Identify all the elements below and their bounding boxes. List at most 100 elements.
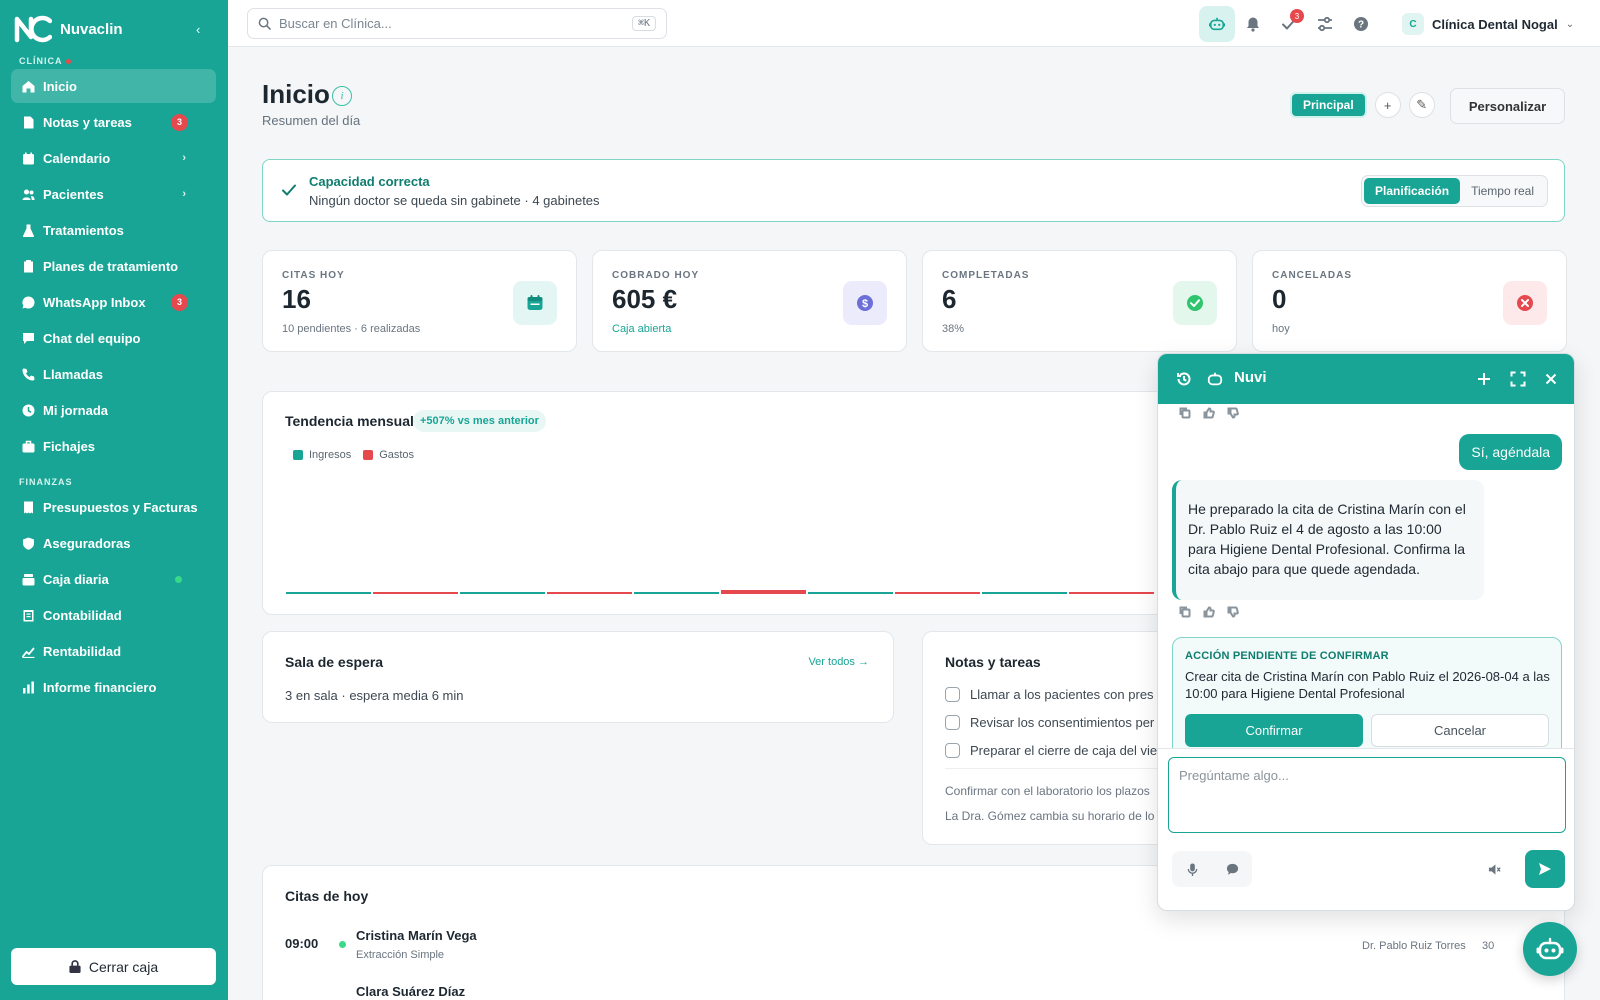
sidebar-item-notas-y-tareas[interactable]: Notas y tareas 3 [11, 105, 216, 139]
cancel-button[interactable]: Cancelar [1371, 714, 1549, 747]
sidebar-item-aseguradoras[interactable]: Aseguradoras [11, 526, 216, 560]
task-item[interactable]: Revisar los consentimientos per [945, 715, 1154, 730]
sidebar-item-label: Informe financiero [43, 679, 157, 695]
chat-input[interactable] [1168, 757, 1566, 833]
section-finance-label: FINANZAS [19, 477, 73, 487]
kpi-label: COBRADO HOY [612, 270, 700, 281]
task-item[interactable]: Preparar el cierre de caja del vie [945, 743, 1157, 758]
sidebar-item-label: Chat del equipo [43, 330, 141, 346]
legend-item-expenses[interactable]: Gastos [363, 449, 414, 461]
tab-principal[interactable]: Principal [1290, 92, 1367, 118]
chevron-down-icon: ⌄ [1565, 18, 1575, 30]
chart-bar-ingresos-4[interactable] [982, 592, 1067, 594]
chart-bar-ingresos-1[interactable] [460, 592, 545, 594]
note-icon [21, 115, 35, 129]
pending-action-card: ACCIÓN PENDIENTE DE CONFIRMAR Crear cita… [1172, 637, 1562, 748]
thumbs-up-icon[interactable] [1203, 407, 1215, 419]
mode-planning-button[interactable]: Planificación [1364, 178, 1461, 204]
sidebar-item-pacientes[interactable]: Pacientes › [11, 177, 216, 211]
patient-name[interactable]: Clara Suárez Díaz [356, 984, 465, 999]
help-button[interactable]: ? [1343, 6, 1379, 42]
close-cash-button[interactable]: Cerrar caja [11, 948, 216, 985]
clinic-selector[interactable]: C Clínica Dental Nogal ⌄ [1402, 11, 1574, 37]
send-button[interactable] [1525, 850, 1565, 888]
chart-bar-ingresos-0[interactable] [286, 592, 371, 594]
mode-realtime-button[interactable]: Tiempo real [1460, 178, 1545, 204]
chart-bar-gastos-2[interactable] [721, 590, 806, 594]
chart-bar-ingresos-2[interactable] [634, 592, 719, 594]
sidebar-item-mi-jornada[interactable]: Mi jornada [11, 393, 216, 427]
collapse-sidebar-icon[interactable]: ‹ [196, 22, 200, 37]
legend-item-income[interactable]: Ingresos [293, 449, 351, 461]
sidebar-item-llamadas[interactable]: Llamadas [11, 357, 216, 391]
task-item[interactable]: Llamar a los pacientes con pres [945, 687, 1154, 702]
sidebar-item-inicio[interactable]: Inicio [11, 69, 216, 103]
chart-legend: Ingresos Gastos [293, 449, 414, 461]
ledger-icon [21, 608, 35, 622]
copy-icon[interactable] [1179, 606, 1191, 618]
chat-messages[interactable]: Sí, agéndala He preparado la cita de Cri… [1158, 404, 1574, 748]
sidebar-item-calendario[interactable]: Calendario › [11, 141, 216, 175]
chevron-right-icon[interactable]: › [182, 188, 186, 200]
thumbs-down-icon[interactable] [1227, 407, 1239, 419]
cash-register-icon [21, 572, 35, 586]
kpi-card-appointments[interactable]: CITAS HOY 16 10 pendientes · 6 realizada… [262, 250, 577, 352]
note-item[interactable]: La Dra. Gómez cambia su horario de lo [945, 809, 1154, 823]
assistant-fab-button[interactable] [1523, 922, 1577, 976]
notifications-button[interactable] [1235, 6, 1271, 42]
task-checkbox[interactable] [945, 715, 960, 730]
confirm-button[interactable]: Confirmar [1185, 714, 1363, 747]
chevron-right-icon[interactable]: › [182, 152, 186, 164]
chart-bar-ingresos-3[interactable] [808, 592, 893, 594]
chart-bar-gastos-1[interactable] [547, 592, 632, 594]
sidebar-item-tratamientos[interactable]: Tratamientos [11, 213, 216, 247]
search-input[interactable] [279, 16, 624, 31]
customize-button[interactable]: Personalizar [1450, 88, 1565, 124]
task-checkbox[interactable] [945, 687, 960, 702]
status-dot [339, 941, 346, 948]
sidebar-item-label: Aseguradoras [43, 535, 131, 551]
sidebar-item-planes-de-tratamiento[interactable]: Planes de tratamiento [11, 249, 216, 283]
close-icon[interactable] [1541, 369, 1561, 389]
sidebar-item-caja-diaria[interactable]: Caja diaria [11, 562, 216, 596]
plus-icon[interactable] [1474, 369, 1494, 389]
sidebar-item-fichajes[interactable]: Fichajes [11, 429, 216, 463]
kpi-card-collected[interactable]: COBRADO HOY 605 € Caja abierta $ [592, 250, 907, 352]
search-box[interactable]: ⌘K [247, 8, 667, 39]
edit-dashboard-button[interactable]: ✎ [1408, 92, 1435, 118]
thumbs-down-icon[interactable] [1227, 606, 1239, 618]
sidebar-item-chat-del-equipo[interactable]: Chat del equipo [11, 321, 216, 355]
chart-bar-gastos-0[interactable] [373, 592, 458, 594]
chat-header: Nuvi [1158, 354, 1574, 404]
microphone-icon[interactable] [1182, 859, 1202, 879]
sidebar-item-presupuestos-y-facturas[interactable]: Presupuestos y Facturas [11, 490, 216, 524]
count-badge: 3 [171, 293, 188, 311]
sidebar-item-whatsapp-inbox[interactable]: WhatsApp Inbox 3 [11, 285, 216, 319]
add-dashboard-button[interactable]: + [1374, 92, 1401, 118]
view-all-link[interactable]: Ver todos → [808, 656, 869, 668]
info-icon[interactable]: i [332, 86, 352, 106]
lock-icon [69, 960, 81, 973]
note-item[interactable]: Confirmar con el laboratorio los plazos [945, 784, 1150, 798]
filters-button[interactable] [1307, 6, 1343, 42]
task-checkbox[interactable] [945, 743, 960, 758]
mute-icon[interactable] [1484, 859, 1504, 879]
kpi-card-cancelled[interactable]: CANCELADAS 0 hoy [1252, 250, 1567, 352]
kpi-card-completed[interactable]: COMPLETADAS 6 38% [922, 250, 1237, 352]
assistant-button[interactable] [1199, 6, 1235, 42]
speech-bubble-icon[interactable] [1222, 859, 1242, 879]
sidebar-item-rentabilidad[interactable]: Rentabilidad [11, 634, 216, 668]
tasks-button[interactable]: 3 [1271, 6, 1307, 42]
expand-icon[interactable] [1508, 369, 1528, 389]
brand[interactable]: Nuvaclin [14, 14, 123, 44]
chart-bar-gastos-4[interactable] [1069, 592, 1154, 594]
chart-bar-gastos-3[interactable] [895, 592, 980, 594]
history-icon[interactable] [1174, 369, 1194, 389]
sidebar-item-contabilidad[interactable]: Contabilidad [11, 598, 216, 632]
patient-name[interactable]: Cristina Marín Vega [356, 928, 477, 943]
thumbs-up-icon[interactable] [1203, 606, 1215, 618]
sidebar-item-informe-financiero[interactable]: Informe financiero [11, 670, 216, 704]
appointment-row[interactable]: Clara Suárez Díaz [285, 982, 1545, 1000]
copy-icon[interactable] [1179, 407, 1191, 419]
appointment-row[interactable]: 09:00 Cristina Marín Vega Extracción Sim… [285, 926, 1545, 966]
